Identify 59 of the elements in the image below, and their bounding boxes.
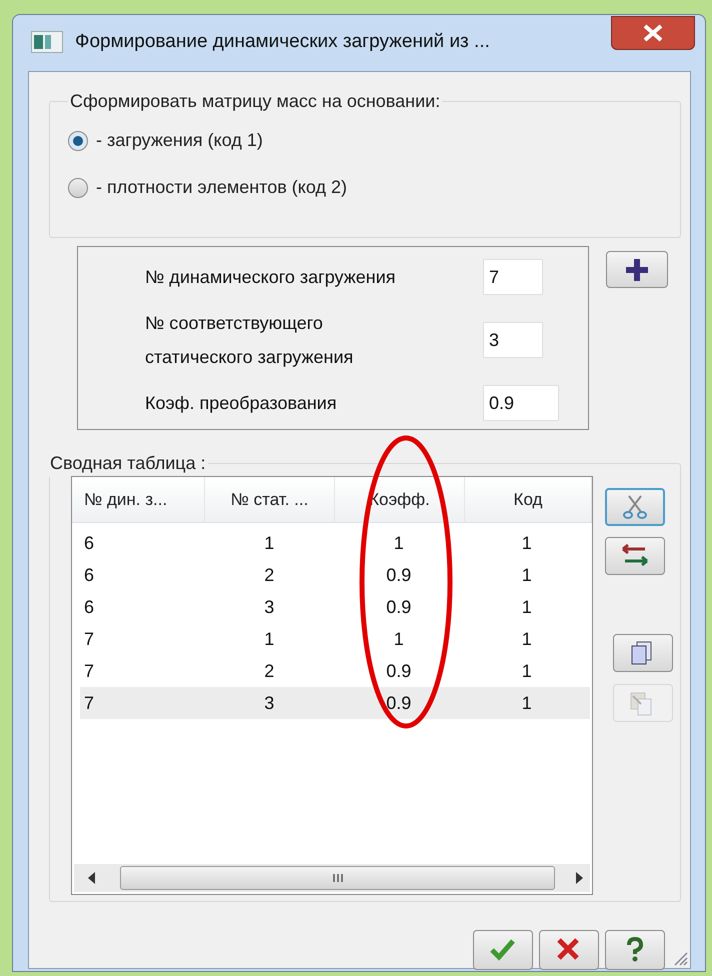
table-cell-text: 1: [520, 564, 533, 586]
table-cell-text: 7: [83, 660, 96, 682]
table-cell-text: 1: [263, 532, 276, 554]
table-cell-text: 0.9: [385, 564, 412, 586]
window-title: Формирование динамических загружений из ...: [75, 30, 491, 54]
table-cell-text: 3: [263, 596, 276, 618]
table-cell-text: 1: [392, 532, 405, 554]
table-cell-text: 7: [83, 692, 96, 714]
check-icon: [489, 937, 517, 963]
table-cell-text: 6: [83, 564, 96, 586]
input-field[interactable]: 0.9: [483, 385, 559, 421]
copy-button[interactable]: [613, 634, 673, 672]
app-icon: [31, 31, 63, 53]
table-cell-text: 1: [520, 660, 533, 682]
table-cell-text: 7: [83, 628, 96, 650]
help-button[interactable]: [605, 930, 665, 970]
cut-button[interactable]: [605, 488, 665, 526]
swap-button[interactable]: [605, 537, 665, 575]
table-cell-text: 0.9: [385, 660, 412, 682]
table-cell-text: 0.9: [385, 596, 412, 618]
group-legend: Сформировать матрицу масс на основании:: [68, 88, 442, 115]
table-cell-text: 1: [520, 532, 533, 554]
table-cell-text: 6: [83, 532, 96, 554]
table-cell-text: 6: [83, 596, 96, 618]
scrollbar-thumb[interactable]: [120, 866, 555, 890]
group-legend: Сводная таблица :: [48, 450, 208, 477]
table-cell-text: 0.9: [385, 692, 412, 714]
radio-label: - загружения (код 1): [96, 129, 263, 152]
plus-icon: [624, 256, 650, 282]
field-label: Коэф. преобразования: [145, 392, 338, 415]
table-cell-text: 2: [263, 564, 276, 586]
add-button[interactable]: [606, 251, 668, 288]
horizontal-scrollbar[interactable]: [74, 864, 590, 892]
table-cell-text: 1: [263, 628, 276, 650]
table-row[interactable]: 7 3 0.9 1: [80, 687, 590, 719]
column-header[interactable]: Код: [465, 477, 592, 522]
scroll-right-icon[interactable]: [575, 872, 583, 884]
table-cell-text: 1: [520, 628, 533, 650]
column-header[interactable]: № стат. ...: [205, 477, 335, 522]
close-button[interactable]: [611, 16, 695, 50]
resize-grip-icon[interactable]: [672, 950, 688, 966]
ok-button[interactable]: [473, 930, 533, 970]
close-icon: [642, 24, 664, 42]
table-cell-text: 1: [520, 596, 533, 618]
radio-button[interactable]: [68, 130, 88, 150]
field-label: № соответствующего статического загружения: [145, 312, 354, 369]
input-field[interactable]: 3: [483, 322, 543, 358]
table-cell-text: 3: [263, 692, 276, 714]
table-cell-text: 1: [392, 628, 405, 650]
field-label: № динамического загружения: [145, 266, 397, 289]
input-field[interactable]: 7: [483, 259, 543, 295]
table-cell-text: 2: [263, 660, 276, 682]
column-header[interactable]: № дин. з...: [72, 477, 205, 522]
radio-button[interactable]: [68, 178, 88, 198]
cancel-button[interactable]: [539, 930, 599, 970]
radio-label: - плотности элементов (код 2): [96, 176, 347, 199]
scroll-left-icon[interactable]: [88, 872, 96, 884]
table-cell-text: 1: [520, 692, 533, 714]
swap-arrows-icon: [619, 543, 651, 569]
